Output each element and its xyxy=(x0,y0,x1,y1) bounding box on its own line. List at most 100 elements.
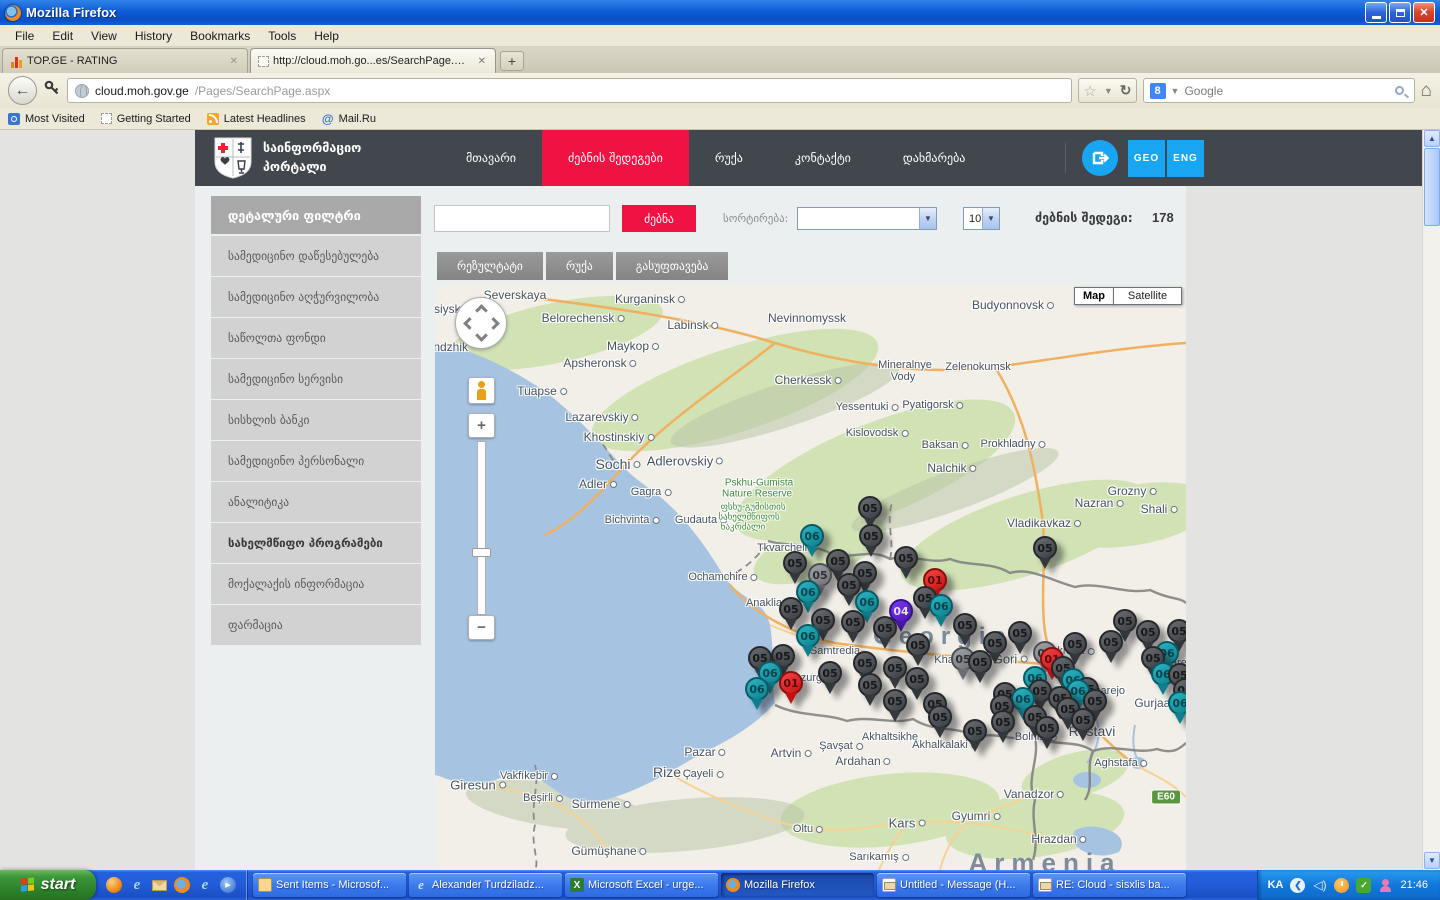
map-marker[interactable]: 05 xyxy=(872,616,898,652)
map-marker[interactable]: 05 xyxy=(840,610,866,646)
map-type-satellite[interactable]: Satellite xyxy=(1113,287,1182,305)
site-logo[interactable]: საინფორმაციო პორტალი xyxy=(195,136,440,180)
security-shield-icon[interactable]: ✓ xyxy=(1356,878,1371,893)
taskbar-window-button[interactable]: RE: Cloud - sisxlis ba... xyxy=(1033,873,1186,897)
sidebar-item[interactable]: საწოლთა ფონდი xyxy=(211,318,421,358)
map-marker[interactable]: 05 xyxy=(893,546,919,582)
tab[interactable]: TOP.GE - RATING✕ xyxy=(2,48,248,73)
tab-close-button[interactable]: ✕ xyxy=(476,56,488,67)
map-canvas[interactable]: NovorossiyskSeverskayaKurganinskBelorech… xyxy=(435,285,1186,870)
zoom-track[interactable] xyxy=(477,441,486,615)
sidebar-item[interactable]: სახელმწიფო პროგრამები xyxy=(211,523,421,563)
bookmark-mail-ru[interactable]: @Mail.Ru xyxy=(322,113,376,125)
engine-dropdown-icon[interactable]: ▼ xyxy=(1171,86,1180,96)
map-marker[interactable]: 06 xyxy=(928,594,954,630)
map-marker[interactable]: 06 xyxy=(795,624,821,660)
back-button[interactable]: ← xyxy=(8,76,37,105)
menu-edit[interactable]: Edit xyxy=(43,27,82,45)
pan-right-icon[interactable] xyxy=(487,317,500,330)
street-view-pegman[interactable] xyxy=(468,377,495,404)
zoom-in-button[interactable]: + xyxy=(468,413,495,438)
menu-tools[interactable]: Tools xyxy=(259,27,305,45)
action-button[interactable]: რუქა xyxy=(546,252,613,280)
action-button[interactable]: რეზულტატი xyxy=(437,252,543,280)
ie-quicklaunch-icon[interactable]: e xyxy=(129,877,145,893)
close-button[interactable]: ✕ xyxy=(1413,2,1435,23)
browser-scrollbar[interactable]: ▲ ▼ xyxy=(1422,130,1440,870)
start-button[interactable]: start xyxy=(0,870,96,900)
nav-item[interactable]: რუქა xyxy=(689,130,769,186)
messenger-person-icon[interactable] xyxy=(1378,878,1393,893)
sidebar-item[interactable]: მოქალაქის ინფორმაცია xyxy=(211,564,421,604)
bookmark-latest-headlines[interactable]: Latest Headlines xyxy=(207,113,306,125)
wmp-quicklaunch-icon[interactable]: ▶ xyxy=(220,877,236,893)
menu-bookmarks[interactable]: Bookmarks xyxy=(181,27,259,45)
sidebar-item[interactable]: სამედიცინო აღჭურვილობა xyxy=(211,277,421,317)
sidebar-item[interactable]: სამედიცინო სერვისი xyxy=(211,359,421,399)
map-marker[interactable]: 06 xyxy=(1167,691,1186,727)
language-indicator[interactable]: KA xyxy=(1268,879,1284,891)
menu-file[interactable]: File xyxy=(6,27,43,45)
taskbar-window-button[interactable]: Mozilla Firefox xyxy=(721,873,874,897)
nav-item[interactable]: მთავარი xyxy=(440,130,542,186)
taskbar-window-button[interactable]: Untitled - Message (H... xyxy=(877,873,1030,897)
pan-up-icon[interactable] xyxy=(475,304,488,317)
chevron-down-icon[interactable]: ▼ xyxy=(919,208,936,229)
bookmark-star-icon[interactable]: ☆ xyxy=(1083,82,1096,100)
restore-button[interactable] xyxy=(1389,2,1411,23)
tab[interactable]: http://cloud.moh.go...es/SearchPage.aspx… xyxy=(250,48,496,73)
map-marker[interactable]: 05 xyxy=(1098,630,1124,666)
sidebar-item[interactable]: ანალიტიკა xyxy=(211,482,421,522)
map-pan-control[interactable] xyxy=(455,297,507,349)
action-button[interactable]: გასუფთავება xyxy=(616,252,729,280)
url-bar[interactable]: cloud.moh.gov.ge/Pages/SearchPage.aspx xyxy=(67,78,1072,103)
magnifier-icon[interactable] xyxy=(1395,86,1404,95)
map-marker[interactable]: 05 xyxy=(962,719,988,755)
map-marker[interactable]: 05 xyxy=(990,710,1016,746)
sidebar-item[interactable]: ფარმაცია xyxy=(211,605,421,645)
map-marker[interactable]: 05 xyxy=(1007,621,1033,657)
map-marker[interactable]: 01 xyxy=(778,671,804,707)
tab-close-button[interactable]: ✕ xyxy=(228,56,240,67)
logout-icon[interactable] xyxy=(1082,140,1118,176)
zoom-slider-handle[interactable] xyxy=(472,548,491,557)
volume-icon[interactable]: ◁) xyxy=(1312,878,1327,893)
bookmark-most-visited[interactable]: Most Visited xyxy=(8,113,85,125)
map-marker[interactable]: 05 xyxy=(817,661,843,697)
scroll-down-arrow[interactable]: ▼ xyxy=(1424,852,1440,869)
bookmark-getting-started[interactable]: Getting Started xyxy=(101,113,191,125)
map-marker[interactable]: 05 xyxy=(952,613,978,649)
menu-history[interactable]: History xyxy=(126,27,181,45)
key-icon[interactable] xyxy=(43,79,61,102)
lang-button-geo[interactable]: GEO xyxy=(1128,140,1165,177)
nav-item[interactable]: კონტაქტი xyxy=(769,130,877,186)
update-clock-icon[interactable] xyxy=(1334,878,1349,893)
map-marker[interactable]: 05 xyxy=(927,705,953,741)
sidebar-item[interactable]: სისხლის ბანკი xyxy=(211,400,421,440)
map-marker[interactable]: 05 xyxy=(857,673,883,709)
reload-icon[interactable]: ↻ xyxy=(1120,82,1132,99)
sidebar-item[interactable]: სამედიცინო დაწესებულება xyxy=(211,236,421,276)
map-marker[interactable]: 05 xyxy=(1070,708,1096,744)
map-marker[interactable]: 05 xyxy=(1032,536,1058,572)
search-button[interactable]: ძებნა xyxy=(622,205,696,232)
map-type-map[interactable]: Map xyxy=(1074,287,1114,305)
map-marker[interactable]: 05 xyxy=(1034,716,1060,752)
page-size-select[interactable]: 10▼ xyxy=(963,207,1000,230)
taskbar-window-button[interactable]: Sent Items - Microsof... xyxy=(253,873,406,897)
pan-down-icon[interactable] xyxy=(475,329,488,342)
nav-item[interactable]: ძებნის შედეგები xyxy=(542,130,689,186)
search-engine-box[interactable]: 8 ▼ Google xyxy=(1143,78,1415,103)
taskbar-window-button[interactable]: eAlexander Turdziladz... xyxy=(409,873,562,897)
nav-item[interactable]: დახმარება xyxy=(877,130,992,186)
ie-quicklaunch-icon[interactable]: e xyxy=(197,877,213,893)
pan-left-icon[interactable] xyxy=(463,317,476,330)
lang-button-eng[interactable]: ENG xyxy=(1167,140,1204,177)
map-marker[interactable]: 05 xyxy=(882,689,908,725)
menu-help[interactable]: Help xyxy=(305,27,348,45)
map-marker[interactable]: 05 xyxy=(905,633,931,669)
menu-view[interactable]: View xyxy=(82,27,126,45)
map-marker[interactable]: 05 xyxy=(967,650,993,686)
home-icon[interactable]: ⌂ xyxy=(1421,81,1432,100)
map-marker[interactable]: 06 xyxy=(744,677,770,713)
